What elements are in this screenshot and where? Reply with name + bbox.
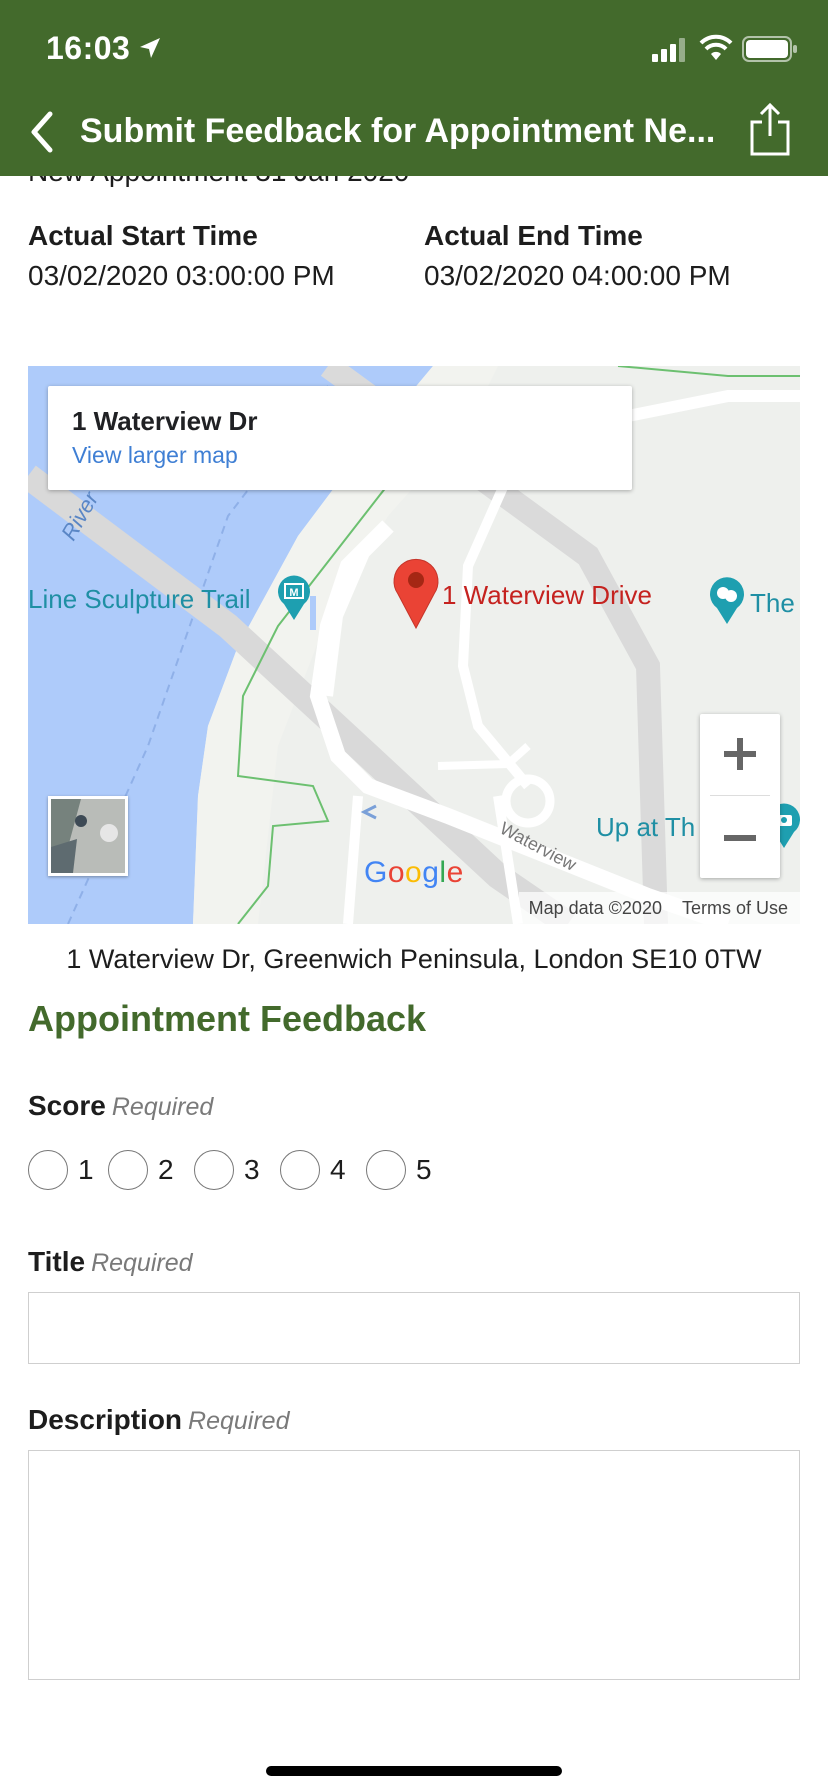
back-button[interactable] bbox=[22, 108, 62, 156]
score-option-label: 5 bbox=[416, 1154, 432, 1185]
terms-of-use-link[interactable]: Terms of Use bbox=[682, 898, 788, 918]
score-label-text: Score bbox=[28, 1090, 106, 1121]
score-label: Score Required bbox=[28, 1090, 213, 1122]
score-option-label: 3 bbox=[244, 1154, 260, 1185]
top-bar: 16:03 Submit Feedback for Appointment Ne… bbox=[0, 0, 828, 176]
share-icon bbox=[750, 102, 790, 156]
chevron-left-icon bbox=[31, 111, 53, 153]
view-larger-map-link[interactable]: View larger map bbox=[72, 442, 238, 469]
start-time-value: 03/02/2020 03:00:00 PM bbox=[28, 260, 335, 291]
poi-the[interactable]: The bbox=[750, 588, 795, 619]
battery-icon bbox=[742, 36, 797, 62]
status-time: 16:03 bbox=[46, 30, 131, 66]
poi-line-sculpture-trail[interactable]: Line Sculpture Trail bbox=[28, 584, 251, 615]
zoom-divider bbox=[710, 795, 770, 796]
theatre-pin-icon[interactable] bbox=[708, 576, 746, 624]
appointment-name: New Appointment 31 Jan 2020 bbox=[28, 176, 409, 188]
content-scroll[interactable]: New Appointment 31 Jan 2020 Actual Start… bbox=[0, 176, 828, 1792]
score-option-label: 1 bbox=[78, 1154, 94, 1185]
score-option-1[interactable]: 1 bbox=[28, 1148, 94, 1192]
zoom-out-button[interactable] bbox=[700, 798, 780, 878]
radio-button[interactable] bbox=[108, 1150, 148, 1190]
radio-button[interactable] bbox=[194, 1150, 234, 1190]
description-textarea[interactable] bbox=[28, 1450, 800, 1680]
location-pin-icon[interactable] bbox=[390, 556, 442, 630]
home-indicator[interactable] bbox=[266, 1766, 562, 1776]
radio-button[interactable] bbox=[366, 1150, 406, 1190]
page-title: Submit Feedback for Appointment Ne... bbox=[80, 112, 716, 150]
poi-up-at-the[interactable]: Up at Th bbox=[596, 812, 695, 843]
pin-label: 1 Waterview Drive bbox=[442, 580, 652, 610]
score-option-3[interactable]: 3 bbox=[194, 1148, 260, 1192]
share-button[interactable] bbox=[746, 102, 794, 163]
score-option-label: 4 bbox=[330, 1154, 346, 1185]
title-label: Title Required bbox=[28, 1246, 193, 1278]
radio-button[interactable] bbox=[28, 1150, 68, 1190]
score-option-label: 2 bbox=[158, 1154, 174, 1185]
map-card-title: 1 Waterview Dr bbox=[72, 406, 258, 436]
score-option-2[interactable]: 2 bbox=[108, 1148, 174, 1192]
satellite-toggle-button[interactable] bbox=[48, 796, 128, 876]
required-hint: Required bbox=[111, 1093, 214, 1121]
start-time-label: Actual Start Time bbox=[28, 220, 258, 251]
title-input[interactable] bbox=[28, 1292, 800, 1364]
end-time-label: Actual End Time bbox=[424, 220, 643, 251]
score-option-5[interactable]: 5 bbox=[366, 1148, 432, 1192]
zoom-controls bbox=[700, 714, 780, 878]
zoom-in-button[interactable] bbox=[700, 714, 780, 794]
description-label: Description Required bbox=[28, 1404, 289, 1436]
map-data-text: Map data ©2020 bbox=[528, 898, 662, 918]
radio-button[interactable] bbox=[280, 1150, 320, 1190]
map-info-card: 1 Waterview Dr View larger map bbox=[48, 386, 632, 490]
required-hint: Required bbox=[188, 1407, 290, 1435]
museum-pin-icon[interactable]: M bbox=[276, 574, 312, 620]
wifi-icon bbox=[699, 34, 733, 60]
location-arrow-icon bbox=[140, 38, 160, 58]
feedback-heading: Appointment Feedback bbox=[28, 998, 427, 1039]
google-logo: Google bbox=[364, 856, 464, 889]
map-view[interactable]: 1 Waterview Dr View larger map River Lin… bbox=[28, 366, 800, 924]
svg-text:M: M bbox=[289, 587, 298, 599]
map-attribution: Map data ©2020 Terms of Use bbox=[518, 892, 800, 924]
end-time-value: 03/02/2020 04:00:00 PM bbox=[424, 260, 731, 291]
description-label-text: Description bbox=[28, 1404, 183, 1435]
minus-icon bbox=[724, 835, 756, 841]
cellular-signal-icon bbox=[652, 38, 685, 62]
satellite-thumbnail-icon bbox=[51, 799, 125, 873]
address-text: 1 Waterview Dr, Greenwich Peninsula, Lon… bbox=[66, 944, 762, 974]
title-label-text: Title bbox=[28, 1246, 86, 1277]
plus-icon bbox=[724, 738, 756, 770]
score-option-4[interactable]: 4 bbox=[280, 1148, 346, 1192]
required-hint: Required bbox=[91, 1249, 193, 1277]
